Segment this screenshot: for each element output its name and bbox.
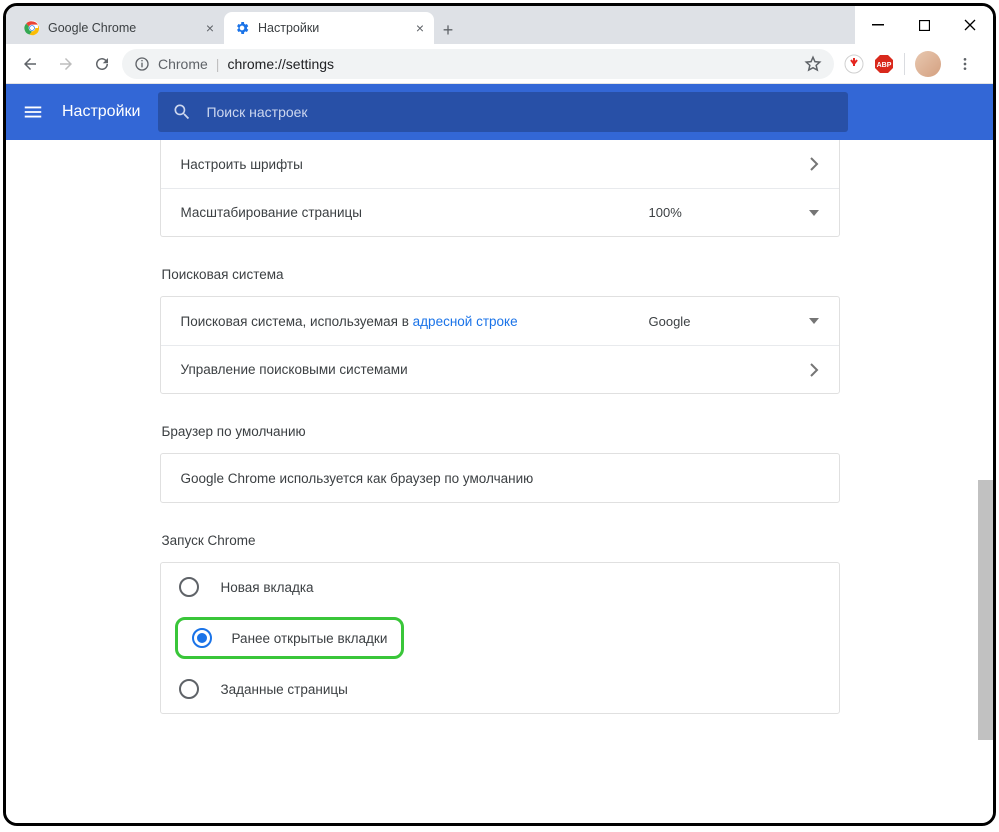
url-separator: | bbox=[216, 56, 220, 72]
row-page-zoom[interactable]: Масштабирование страницы 100% bbox=[161, 188, 839, 236]
tab-google-chrome[interactable]: Google Chrome × bbox=[14, 12, 224, 44]
close-window-button[interactable] bbox=[947, 9, 993, 41]
chrome-icon bbox=[24, 20, 40, 36]
radio-option-continue[interactable]: Ранее открытые вкладки bbox=[161, 611, 839, 665]
search-input[interactable] bbox=[206, 104, 834, 120]
yandex-icon[interactable] bbox=[844, 54, 864, 74]
row-label: Поисковая система, используемая в адресн… bbox=[181, 314, 649, 329]
extension-icons: ABP bbox=[838, 50, 985, 78]
radio-icon[interactable] bbox=[179, 679, 199, 699]
zoom-value: 100% bbox=[649, 205, 739, 220]
search-engine-value: Google bbox=[649, 314, 739, 329]
highlight-box: Ранее открытые вкладки bbox=[175, 617, 405, 659]
section-title-default-browser: Браузер по умолчанию bbox=[162, 424, 840, 439]
radio-label: Новая вкладка bbox=[221, 580, 314, 595]
separator bbox=[904, 53, 905, 75]
bookmark-icon[interactable] bbox=[804, 55, 822, 73]
row-label: Настроить шрифты bbox=[181, 157, 809, 172]
close-icon[interactable]: × bbox=[206, 20, 214, 36]
scrollbar-thumb[interactable] bbox=[978, 480, 993, 740]
url-path: chrome://settings bbox=[227, 56, 334, 72]
row-label: Управление поисковыми системами bbox=[181, 362, 809, 377]
row-label: Google Chrome используется как браузер п… bbox=[181, 471, 819, 486]
tab-title: Настройки bbox=[258, 21, 408, 35]
dropdown-icon[interactable] bbox=[809, 210, 819, 216]
new-tab-button[interactable]: + bbox=[434, 16, 462, 44]
radio-icon[interactable] bbox=[179, 577, 199, 597]
url-host: Chrome bbox=[158, 56, 208, 72]
settings-search[interactable] bbox=[158, 92, 848, 132]
settings-header: Настройки bbox=[6, 84, 993, 140]
row-manage-search-engines[interactable]: Управление поисковыми системами bbox=[161, 345, 839, 393]
profile-avatar[interactable] bbox=[915, 51, 941, 77]
row-default-browser-status: Google Chrome используется как браузер п… bbox=[161, 454, 839, 502]
chrome-menu-button[interactable] bbox=[951, 50, 979, 78]
section-title-on-startup: Запуск Chrome bbox=[162, 533, 840, 548]
adblock-icon[interactable]: ABP bbox=[874, 54, 894, 74]
maximize-button[interactable] bbox=[901, 9, 947, 41]
chevron-right-icon bbox=[809, 157, 819, 171]
tab-settings[interactable]: Настройки × bbox=[224, 12, 434, 44]
close-icon[interactable]: × bbox=[416, 20, 424, 36]
row-customize-fonts[interactable]: Настроить шрифты bbox=[161, 140, 839, 188]
back-button[interactable] bbox=[14, 48, 46, 80]
radio-label: Заданные страницы bbox=[221, 682, 348, 697]
section-title-search-engine: Поисковая система bbox=[162, 267, 840, 282]
dropdown-icon[interactable] bbox=[809, 318, 819, 324]
toolbar: Chrome | chrome://settings ABP bbox=[6, 44, 993, 84]
reload-button[interactable] bbox=[86, 48, 118, 80]
svg-text:ABP: ABP bbox=[877, 62, 892, 69]
label-prefix: Поисковая система, используемая в bbox=[181, 314, 413, 329]
tab-strip: Google Chrome × Настройки × + bbox=[6, 6, 993, 44]
address-bar-link[interactable]: адресной строке bbox=[413, 314, 518, 329]
gear-icon bbox=[234, 20, 250, 36]
chevron-right-icon bbox=[809, 363, 819, 377]
site-info-icon[interactable] bbox=[134, 56, 150, 72]
window-controls bbox=[855, 6, 993, 44]
row-label: Масштабирование страницы bbox=[181, 205, 649, 220]
radio-option-new-tab[interactable]: Новая вкладка bbox=[161, 563, 839, 611]
menu-icon[interactable] bbox=[22, 101, 44, 123]
settings-content[interactable]: Настроить шрифты Масштабирование страниц… bbox=[6, 140, 993, 823]
forward-button[interactable] bbox=[50, 48, 82, 80]
radio-icon[interactable] bbox=[192, 628, 212, 648]
radio-label: Ранее открытые вкладки bbox=[232, 631, 388, 646]
radio-option-specific-pages[interactable]: Заданные страницы bbox=[161, 665, 839, 713]
search-icon bbox=[172, 102, 192, 122]
minimize-button[interactable] bbox=[855, 9, 901, 41]
page-title: Настройки bbox=[62, 103, 140, 121]
tab-title: Google Chrome bbox=[48, 21, 198, 35]
address-bar[interactable]: Chrome | chrome://settings bbox=[122, 49, 834, 79]
row-search-engine-default[interactable]: Поисковая система, используемая в адресн… bbox=[161, 297, 839, 345]
